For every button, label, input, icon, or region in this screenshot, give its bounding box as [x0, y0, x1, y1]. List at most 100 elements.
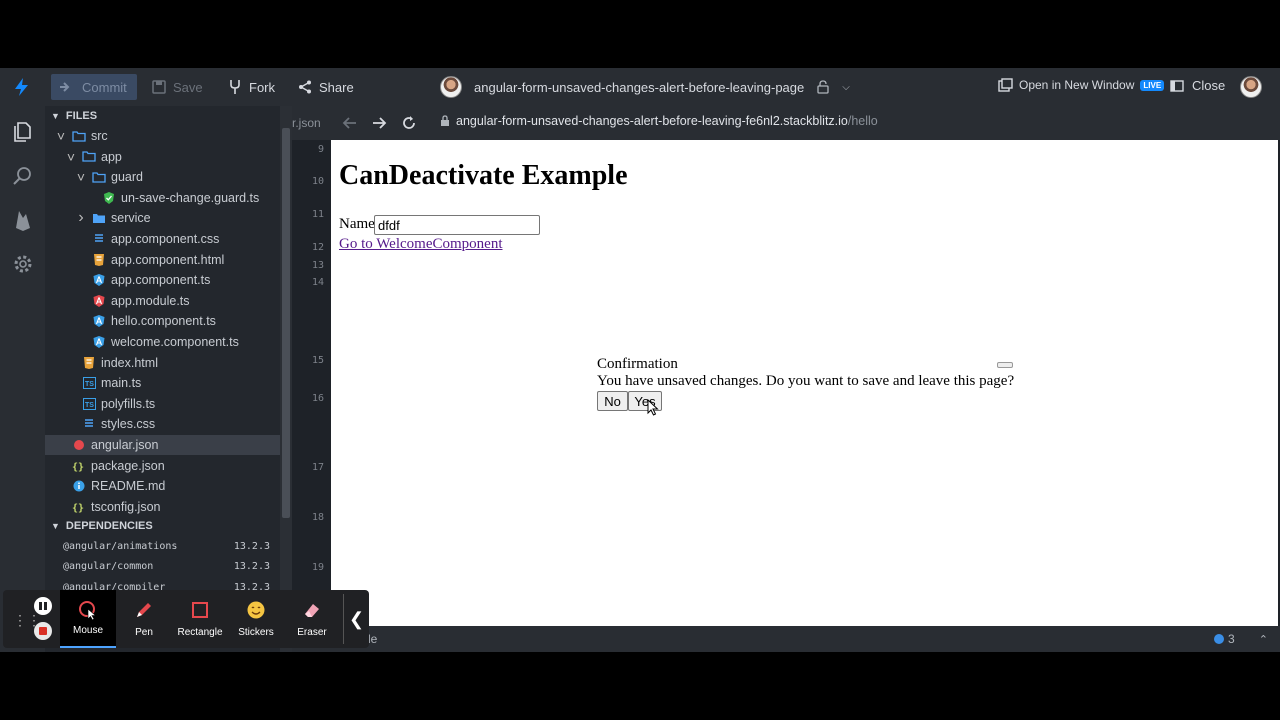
file-tree-item-label: app.component.html	[111, 252, 225, 267]
dialog-close-button[interactable]	[997, 362, 1013, 368]
file-tree-item[interactable]: app.module.ts	[45, 291, 280, 311]
fork-button[interactable]: Fork	[220, 74, 283, 100]
page-heading: CanDeactivate Example	[339, 160, 628, 191]
svg-text:{}: {}	[72, 462, 84, 472]
dependency-name: @angular/animations	[63, 540, 178, 552]
files-section-header[interactable]: ▼ FILES	[45, 106, 280, 126]
stop-recording-button[interactable]	[34, 622, 52, 640]
angular-module-icon	[91, 294, 107, 308]
angular-component-icon	[91, 314, 107, 328]
sticker-icon	[246, 600, 266, 620]
name-input[interactable]	[374, 215, 540, 235]
save-button[interactable]: Save	[144, 74, 211, 100]
file-tree-item[interactable]: styles.css	[45, 414, 280, 434]
chevron-right-icon[interactable]: ›	[75, 209, 87, 227]
no-button[interactable]: No	[597, 391, 628, 411]
file-tree-item[interactable]: ˅ src	[45, 126, 280, 146]
file-tree-item[interactable]: {} tsconfig.json	[45, 497, 280, 517]
editor-tab-label: r.json	[292, 116, 321, 130]
chevron-up-icon: ⌃	[1258, 633, 1268, 646]
file-tree-item[interactable]: app.component.css	[45, 229, 280, 249]
open-new-window-label: Open in New Window	[1019, 78, 1135, 92]
file-tree-item[interactable]: › service	[45, 208, 280, 228]
folder-open-icon	[81, 150, 97, 164]
lock-open-icon[interactable]	[816, 80, 830, 94]
line-number: 19	[311, 562, 324, 573]
annotation-tool-pen[interactable]: Pen	[116, 590, 172, 648]
fork-icon	[230, 80, 240, 94]
url-host: angular-form-unsaved-changes-alert-befor…	[456, 114, 848, 128]
file-tree-item[interactable]: hello.component.ts	[45, 311, 280, 331]
file-tree-item[interactable]: README.md	[45, 476, 280, 496]
file-tree-item[interactable]: ˅ app	[45, 147, 280, 167]
file-tree-item-label: src	[91, 129, 108, 143]
status-bar: le 3 ⌃	[292, 626, 1280, 652]
stackblitz-bolt-icon[interactable]	[12, 77, 32, 97]
file-tree-item[interactable]: app.component.ts	[45, 270, 280, 290]
project-title-area[interactable]: angular-form-unsaved-changes-alert-befor…	[440, 76, 850, 98]
folder-open-icon	[91, 170, 107, 184]
chevron-down-icon[interactable]: ˅	[75, 169, 87, 185]
file-tree-item[interactable]: {} package.json	[45, 456, 280, 476]
share-button[interactable]: Share	[290, 74, 362, 100]
dependencies-section-header[interactable]: ▼ DEPENDENCIES	[45, 516, 280, 536]
file-tree-item-label: polyfills.ts	[101, 396, 156, 411]
welcome-component-link[interactable]: Go to WelcomeComponent	[339, 236, 503, 253]
chevron-down-icon[interactable]: ˅	[65, 149, 77, 165]
console-tab-label[interactable]: le	[368, 632, 377, 646]
file-tree-item-label: service	[111, 211, 151, 226]
activity-bar	[0, 106, 45, 652]
files-icon[interactable]	[11, 120, 35, 144]
file-tree-item-label: app.component.ts	[111, 273, 211, 288]
css-file-icon	[91, 232, 107, 246]
file-tree-item[interactable]: TS main.ts	[45, 373, 280, 393]
line-number: 10	[311, 176, 324, 187]
file-tree-item[interactable]: app.component.html	[45, 250, 280, 270]
file-tree-item[interactable]: ˅ guard	[45, 167, 280, 187]
folder-icon	[91, 211, 107, 225]
forward-arrow-icon[interactable]	[370, 114, 388, 132]
settings-gear-icon[interactable]	[11, 252, 35, 276]
problems-indicator[interactable]: 3 ⌃	[1214, 632, 1268, 646]
guard-shield-icon	[101, 191, 117, 205]
file-tree-item-label: index.html	[101, 355, 158, 370]
pen-icon	[134, 600, 154, 620]
file-tree-item[interactable]: angular.json	[45, 435, 280, 455]
preview-url[interactable]: angular-form-unsaved-changes-alert-befor…	[456, 114, 878, 128]
back-arrow-icon[interactable]	[341, 114, 359, 132]
firebase-icon[interactable]	[11, 208, 35, 232]
collapse-toolbar-button[interactable]: ❮	[343, 594, 369, 644]
folder-open-icon	[71, 129, 87, 143]
save-label: Save	[173, 79, 203, 95]
annotation-tool-eraser[interactable]: Eraser	[284, 590, 340, 648]
commit-button[interactable]: Commit	[51, 74, 137, 100]
sidebar-scrollbar-thumb[interactable]	[282, 128, 290, 518]
chevron-down-icon[interactable]: ⌵	[842, 82, 850, 93]
editor-tab[interactable]: r.json	[292, 106, 332, 140]
file-tree-item[interactable]: welcome.component.ts	[45, 332, 280, 352]
chevron-down-icon[interactable]: ˅	[55, 128, 67, 144]
file-tree-item[interactable]: index.html	[45, 353, 280, 373]
user-avatar[interactable]	[1240, 76, 1262, 98]
dependency-version: 13.2.3	[233, 540, 270, 552]
annotation-tool-mouse[interactable]: Mouse	[60, 590, 116, 648]
reload-icon[interactable]	[400, 114, 418, 132]
annotation-tool-rectangle[interactable]: Rectangle	[172, 590, 228, 648]
close-button[interactable]: Close	[1170, 78, 1225, 93]
annotation-tool-stickers[interactable]: Stickers	[228, 590, 284, 648]
pause-recording-button[interactable]	[34, 597, 52, 615]
dependency-item[interactable]: @angular/common 13.2.3	[45, 557, 280, 577]
files-header-label: FILES	[65, 110, 98, 122]
dependency-item[interactable]: @angular/animations 13.2.3	[45, 536, 280, 556]
line-number: 13	[311, 260, 324, 271]
close-panel-icon	[1170, 79, 1184, 92]
search-icon[interactable]	[11, 164, 35, 188]
info-icon	[1214, 634, 1224, 644]
file-tree-item[interactable]: TS polyfills.ts	[45, 394, 280, 414]
annotation-toolbar: ⋮⋮ Mouse Pen Rectangle Stickers Eraser ❮	[3, 590, 369, 648]
fork-label: Fork	[249, 79, 275, 95]
open-in-new-window-button[interactable]: Open in New Window LIVE	[998, 78, 1165, 92]
eraser-icon	[302, 600, 322, 620]
file-tree-item[interactable]: un-save-change.guard.ts	[45, 188, 280, 208]
angular-component-icon	[91, 335, 107, 349]
